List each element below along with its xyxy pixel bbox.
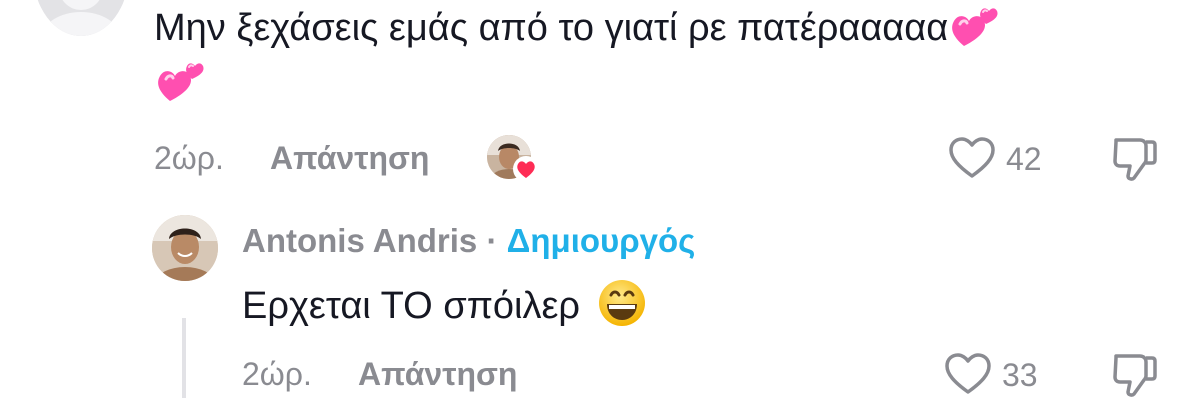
like-button[interactable] bbox=[948, 136, 996, 185]
commenter-avatar[interactable] bbox=[33, 0, 129, 36]
creator-badge: Δημιουργός bbox=[506, 222, 696, 259]
comment-timestamp: 2ώρ. bbox=[154, 140, 224, 176]
two-hearts-icon bbox=[156, 55, 206, 108]
heart-icon bbox=[945, 353, 991, 394]
reply-like-button[interactable] bbox=[944, 352, 992, 401]
reply-author-name[interactable]: Antonis Andris bbox=[242, 222, 477, 259]
reply-text-content: Ερχεται ΤΟ σπόιλερ bbox=[242, 285, 581, 328]
comment-text-content: Μην ξεχάσεις εμάς από το γιατί ρε πατέρα… bbox=[154, 7, 949, 50]
reply-text: Ερχεται ΤΟ σπόιλερ bbox=[242, 278, 647, 338]
like-count: 42 bbox=[1006, 141, 1042, 177]
heart-icon bbox=[949, 137, 995, 178]
author-separator: · bbox=[486, 222, 498, 259]
two-hearts-icon bbox=[950, 2, 1000, 58]
reply-like-count: 33 bbox=[1002, 357, 1038, 393]
reply-button[interactable]: Απάντηση bbox=[270, 140, 429, 176]
thread-line bbox=[182, 318, 186, 398]
reply-timestamp: 2ώρ. bbox=[242, 356, 312, 392]
heart-badge-icon bbox=[512, 156, 540, 187]
reply-author-line: Antonis Andris · Δημιουργός bbox=[242, 222, 695, 260]
comment-text: Μην ξεχάσεις εμάς από το γιατί ρε πατέρα… bbox=[154, 2, 1000, 58]
grinning-face-icon bbox=[597, 278, 647, 338]
thumbs-down-icon bbox=[1113, 354, 1157, 397]
reply-dislike-button[interactable] bbox=[1112, 350, 1158, 405]
dislike-button[interactable] bbox=[1112, 134, 1158, 189]
thumbs-down-icon bbox=[1113, 138, 1157, 181]
reply-author-avatar[interactable] bbox=[152, 215, 218, 281]
reply-to-reply-button[interactable]: Απάντηση bbox=[358, 356, 517, 392]
